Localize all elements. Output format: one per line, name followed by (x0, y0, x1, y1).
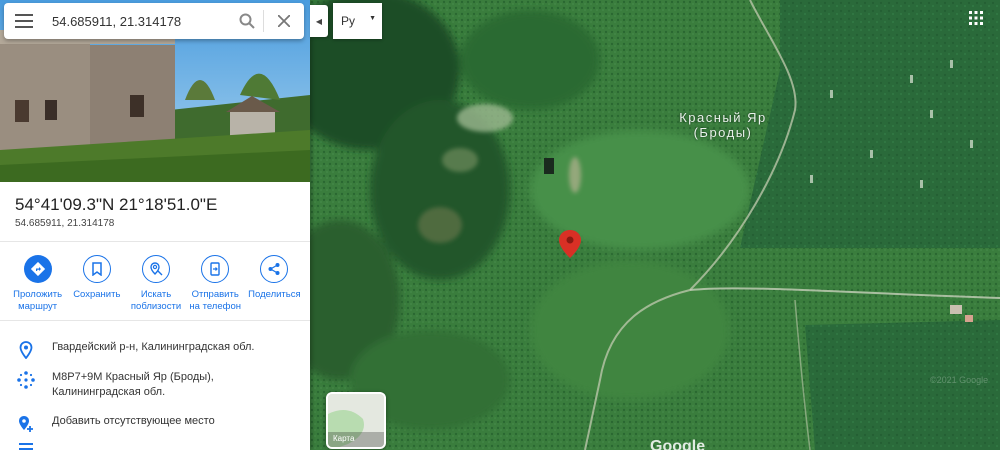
share-icon (260, 255, 289, 283)
share-button[interactable]: Поделиться (245, 255, 304, 313)
send-to-phone-button[interactable]: Отправить на телефон (186, 255, 245, 313)
plus-code-text: M8P7+9M Красный Яр (Броды), Калининградс… (52, 371, 214, 398)
more-row[interactable] (0, 442, 310, 450)
address-row[interactable]: Гвардейский р-н, Калининградская обл. (0, 340, 310, 359)
divider (0, 320, 310, 321)
add-location-icon (0, 414, 52, 433)
minimap-label: Карта (333, 434, 355, 443)
chevron-left-icon: ◀ (315, 16, 323, 26)
satellite-map[interactable] (310, 0, 1000, 450)
bookmark-icon (82, 255, 111, 283)
place-label-krasny-yar[interactable]: Красный Яр (Броды) (668, 110, 778, 140)
satellite-imagery (310, 0, 1000, 450)
search-nearby-button[interactable]: Искать поблизости (126, 255, 185, 313)
place-title: 54°41'09.3"N 21°18'51.0"E (15, 195, 218, 214)
apps-grid-icon[interactable] (969, 11, 983, 30)
location-marker-icon (0, 340, 52, 359)
address-text: Гвардейский р-н, Калининградская обл. (52, 341, 255, 353)
directions-button[interactable]: Проложить маршрут (8, 255, 67, 313)
divider (0, 241, 310, 242)
search-nearby-label: Искать поблизости (130, 289, 182, 312)
layer-select-value: Ру (341, 14, 356, 28)
list-icon (0, 442, 52, 450)
plus-code-icon (0, 370, 52, 389)
dropdown-arrow-icon: ▼ (369, 15, 376, 22)
directions-icon (23, 255, 52, 283)
place-decimal-coords: 54.685911, 21.314178 (15, 218, 115, 229)
add-place-row[interactable]: Добавить отсутствующее место (0, 414, 310, 433)
place-details-panel: 54°41'09.3"N 21°18'51.0"E 54.685911, 21.… (0, 0, 310, 450)
save-button[interactable]: Сохранить (67, 255, 126, 313)
layer-select[interactable]: Ру ▼ (333, 3, 382, 39)
send-to-phone-icon (201, 255, 230, 283)
add-place-text: Добавить отсутствующее место (52, 415, 215, 427)
action-buttons: Проложить маршрут Сохранить Искать побли… (8, 255, 304, 313)
google-logo: Google (650, 438, 706, 450)
search-input[interactable] (44, 13, 231, 29)
close-icon[interactable] (264, 3, 304, 39)
save-label: Сохранить (73, 289, 121, 300)
search-icon[interactable] (231, 3, 263, 39)
menu-icon[interactable] (4, 3, 44, 39)
map-type-toggle[interactable]: Карта (326, 392, 386, 449)
collapse-panel-button[interactable]: ◀ (310, 5, 328, 37)
plus-code-row[interactable]: M8P7+9M Красный Яр (Броды), Калининградс… (0, 370, 310, 400)
share-label: Поделиться (248, 289, 301, 300)
map-copyright: ©2021 Google (930, 375, 989, 385)
send-to-phone-label: Отправить на телефон (189, 289, 241, 312)
directions-label: Проложить маршрут (13, 289, 63, 312)
search-box (4, 3, 304, 39)
nearby-search-icon (142, 255, 170, 283)
